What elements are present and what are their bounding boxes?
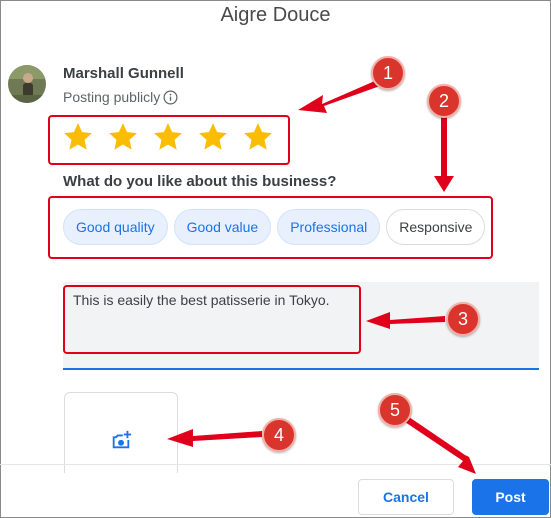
annotation-badge-1: 1	[371, 56, 405, 90]
callout-review	[63, 285, 361, 354]
avatar	[8, 65, 46, 103]
annotation-badge-4: 4	[262, 418, 296, 452]
callout-chips	[48, 196, 493, 259]
annotation-badge-2: 2	[427, 84, 461, 118]
add-photo-button[interactable]	[64, 392, 178, 473]
question-label: What do you like about this business?	[63, 173, 337, 190]
user-name: Marshall Gunnell	[63, 65, 184, 82]
footer-divider	[0, 464, 551, 465]
cancel-button[interactable]: Cancel	[358, 479, 454, 515]
callout-stars	[48, 115, 290, 165]
annotation-badge-3: 3	[446, 302, 480, 336]
post-button[interactable]: Post	[472, 479, 549, 515]
posting-visibility: Posting publicly	[63, 89, 178, 105]
add-photo-icon	[110, 429, 132, 451]
info-icon[interactable]	[163, 90, 178, 105]
dialog-title: Aigre Douce	[220, 4, 331, 26]
annotation-badge-5: 5	[378, 393, 412, 427]
posting-visibility-label: Posting publicly	[63, 89, 161, 105]
